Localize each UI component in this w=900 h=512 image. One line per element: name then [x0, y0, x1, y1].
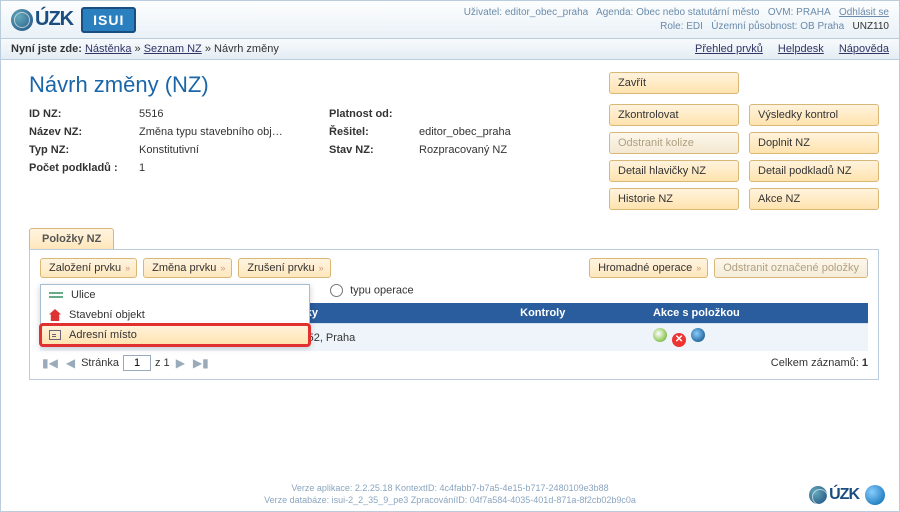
info-grid: ID NZ:5516 Platnost od: Název NZ:Změna t… — [29, 108, 579, 174]
link-helpdesk[interactable]: Helpdesk — [778, 43, 824, 55]
user-name: editor_obec_praha — [505, 7, 588, 18]
pager: ▮◀ ◀ Stránka z 1 ▶ ▶▮ Celkem záznamů: 1 — [40, 351, 868, 375]
logo-cuzk: ÚZK — [11, 8, 73, 31]
page-title: Návrh změny (NZ) — [29, 72, 579, 98]
nz-id: 5516 — [139, 108, 329, 120]
globe-icon — [11, 9, 33, 31]
footer: Verze aplikace: 2.2.25.18 KontextID: 4c4… — [1, 482, 899, 507]
nz-name: Změna typu stavebního obj… — [139, 126, 329, 138]
pager-prev[interactable]: ◀ — [64, 356, 77, 370]
tab-items[interactable]: Položky NZ — [29, 228, 114, 249]
chevron-right-icon: » — [220, 263, 223, 273]
address-icon — [49, 330, 61, 340]
map-icon[interactable] — [691, 328, 705, 342]
pager-last[interactable]: ▶▮ — [191, 356, 211, 370]
logo-isui: ISUI — [81, 7, 136, 33]
chevron-right-icon: » — [125, 263, 128, 273]
crumb-dashboard[interactable]: Nástěnka — [85, 43, 131, 55]
col-checks[interactable]: Kontroly — [512, 303, 645, 324]
fill-nz-button[interactable]: Doplnit NZ — [749, 132, 879, 154]
logout-link[interactable]: Odhlásit se — [839, 7, 889, 18]
change-element-button[interactable]: Změna prvku» — [143, 258, 232, 278]
header-info: Uživatel: editor_obec_praha Agenda: Obec… — [464, 6, 889, 34]
actions-button[interactable]: Akce NZ — [749, 188, 879, 210]
delete-icon[interactable]: ✕ — [672, 333, 686, 347]
detail-header-button[interactable]: Detail hlavičky NZ — [609, 160, 739, 182]
menu-item-address[interactable]: Adresní místo — [41, 325, 309, 345]
chevron-right-icon: » — [696, 263, 699, 273]
pager-first[interactable]: ▮◀ — [40, 356, 60, 370]
col-actions: Akce s položkou — [645, 303, 868, 324]
breadcrumb: Nyní jste zde: Nástěnka » Seznam NZ » Ná… — [1, 39, 899, 60]
menu-item-street[interactable]: Ulice — [41, 285, 309, 305]
history-button[interactable]: Historie NZ — [609, 188, 739, 210]
new-element-button[interactable]: Založení prvku» — [40, 258, 137, 278]
new-element-menu: Ulice Stavební objekt Adresní místo — [40, 284, 310, 346]
results-button[interactable]: Výsledky kontrol — [749, 104, 879, 126]
street-icon — [49, 292, 63, 298]
menu-item-building[interactable]: Stavební objekt — [41, 305, 309, 325]
op-type-radio[interactable]: typu operace — [330, 284, 868, 297]
isui-ball-icon — [865, 485, 885, 505]
detail-icon[interactable] — [653, 328, 667, 342]
remove-collisions-button: Odstranit kolize — [609, 132, 739, 154]
crumb-list[interactable]: Seznam NZ — [144, 43, 202, 55]
globe-icon — [809, 486, 827, 504]
chevron-right-icon: » — [319, 263, 322, 273]
bulk-ops-button[interactable]: Hromadné operace» — [589, 258, 708, 278]
detail-attach-button[interactable]: Detail podkladů NZ — [749, 160, 879, 182]
link-overview[interactable]: Přehled prvků — [695, 43, 763, 55]
pager-page-input[interactable] — [123, 355, 151, 371]
check-button[interactable]: Zkontrolovat — [609, 104, 739, 126]
page-code: UNZ110 — [853, 21, 890, 32]
link-help[interactable]: Nápověda — [839, 43, 889, 55]
app-header: ÚZK ISUI Uživatel: editor_obec_praha Age… — [1, 1, 899, 39]
building-icon — [49, 309, 61, 321]
pager-next[interactable]: ▶ — [174, 356, 187, 370]
cancel-element-button[interactable]: Zrušení prvku» — [238, 258, 330, 278]
close-button[interactable]: Zavřít — [609, 72, 739, 94]
crumb-current: Návrh změny — [214, 43, 279, 55]
remove-selected-button: Odstranit označené položky — [714, 258, 868, 278]
